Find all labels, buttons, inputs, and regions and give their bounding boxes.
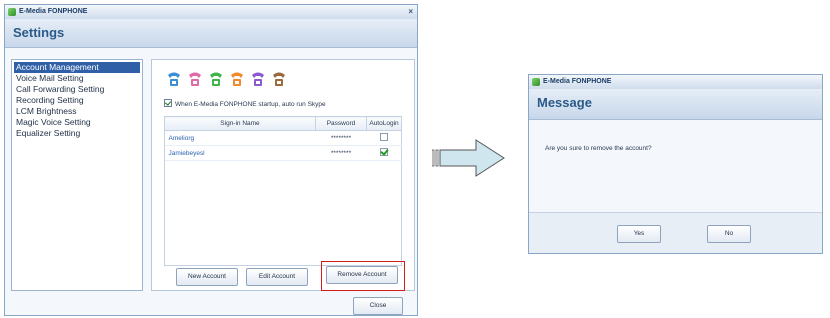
settings-page-title: Settings [13,25,65,40]
account-management-panel: When E-Media FONPHONE startup, auto run … [151,59,415,291]
settings-titlebar: E-Media FONPHONE × [5,5,417,20]
sidebar-item-call-forwarding[interactable]: Call Forwarding Setting [12,84,142,95]
message-window-title: E-Media FONPHONE [543,78,612,85]
edit-account-button[interactable]: Edit Account [246,268,308,286]
column-header-sign-in-name[interactable]: Sign-in Name [164,116,316,131]
autologin-checkbox[interactable] [380,148,388,156]
message-titlebar: E-Media FONPHONE [529,75,822,90]
startup-autorun-label: When E-Media FONPHONE startup, auto run … [175,101,326,108]
sidebar-item-magic-voice[interactable]: Magic Voice Setting [12,117,142,128]
new-account-button[interactable]: New Account [176,268,238,286]
message-button-bar: Yes No [529,212,822,253]
transition-arrow [431,138,506,182]
message-header: Message [529,89,822,120]
yes-button[interactable]: Yes [617,225,661,243]
phone-brown-icon [271,70,287,88]
settings-header: Settings [5,19,417,48]
message-dialog: E-Media FONPHONE Message Are you sure to… [528,74,823,254]
settings-window-title: E-Media FONPHONE [19,8,88,15]
account-password: ******** [315,145,367,161]
startup-autorun-checkbox[interactable]: When E-Media FONPHONE startup, auto run … [164,99,326,108]
sidebar-item-lcm-brightness[interactable]: LCM Brightness [12,106,142,117]
autologin-checkbox[interactable] [380,133,388,141]
account-password: ******** [315,130,367,146]
phone-purple-icon [250,70,266,88]
remove-account-highlight [321,261,405,291]
checkbox-checked-icon[interactable] [164,99,172,107]
table-row[interactable]: Ameliorg ******** [164,130,402,146]
message-text: Are you sure to remove the account? [545,145,652,152]
app-logo-icon [8,8,16,16]
phone-pink-icon [187,70,203,88]
sidebar-item-recording[interactable]: Recording Setting [12,95,142,106]
phone-orange-icon [229,70,245,88]
table-row[interactable]: Jamiebeyesl ******** [164,145,402,161]
column-header-autologin[interactable]: AutoLogin [366,116,402,131]
sidebar-item-account-management[interactable]: Account Management [14,62,140,73]
close-icon[interactable]: × [408,5,413,19]
no-button[interactable]: No [707,225,751,243]
accounts-table: Sign-in Name Password AutoLogin Ameliorg… [164,116,402,161]
sidebar-item-voice-mail[interactable]: Voice Mail Setting [12,73,142,84]
account-name: Jamiebeyesl [164,145,316,161]
phone-blue-icon [166,70,182,88]
right-arrow-icon [431,139,505,177]
close-button[interactable]: Close [353,297,403,315]
message-dialog-title: Message [537,95,592,110]
account-name: Ameliorg [164,130,316,146]
phone-green-icon [208,70,224,88]
app-logo-icon [532,78,540,86]
settings-window: E-Media FONPHONE × Settings Account Mana… [4,4,418,316]
settings-sidebar: Account Management Voice Mail Setting Ca… [11,59,143,291]
sidebar-item-equalizer[interactable]: Equalizer Setting [12,128,142,139]
column-header-password[interactable]: Password [315,116,367,131]
